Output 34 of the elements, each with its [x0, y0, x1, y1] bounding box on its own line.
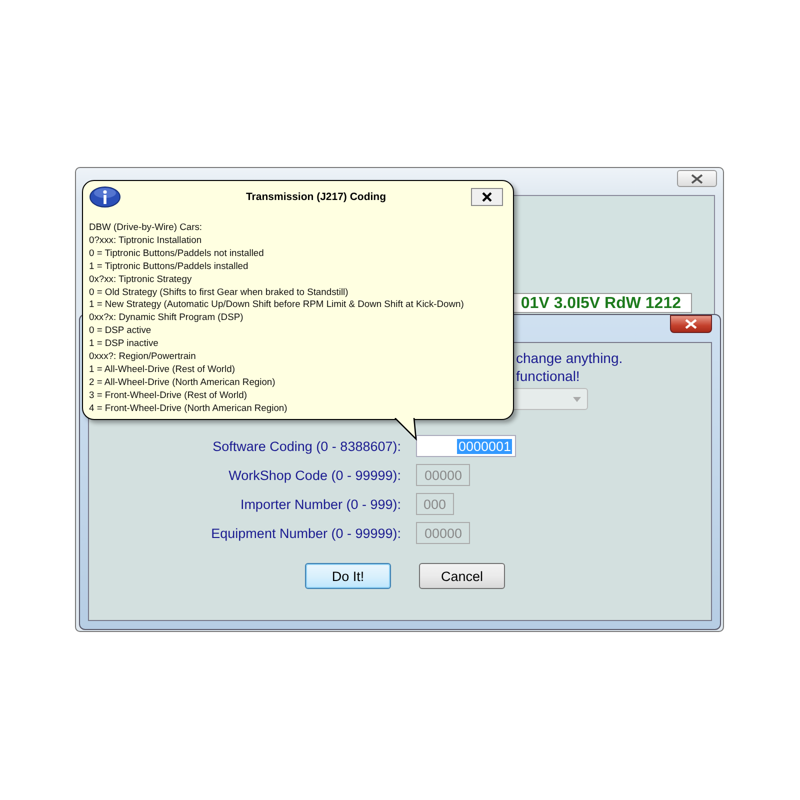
close-button[interactable] [677, 170, 717, 187]
field-label: WorkShop Code (0 - 99999): [228, 468, 401, 482]
coding-help-line: 0 = Old Strategy (Shifts to first Gear when braked to Standstill) [89, 286, 348, 298]
coding-help-line: 4 = Front-Wheel-Drive (North American Region) [89, 402, 288, 415]
close-icon [482, 192, 492, 202]
coding-help-line: 0?xxx: Tiptronic Installation [89, 234, 202, 247]
dialog-button[interactable]: Do It! [305, 563, 391, 589]
coding-help-line: 0xxx?: Region/Powertrain [89, 350, 196, 363]
field-label: Equipment Number (0 - 99999): [211, 526, 401, 540]
balloon-title: Transmission (J217) Coding [244, 191, 388, 203]
coding-help-line: DBW (Drive-by-Wire) Cars: [89, 221, 202, 234]
close-button[interactable] [471, 188, 503, 206]
coding-help-line: 0 = DSP active [89, 324, 152, 338]
coding-help-line: 1 = All-Wheel-Drive (Rest of World) [89, 362, 235, 376]
close-button[interactable] [670, 315, 712, 333]
warning-text: functional! [516, 367, 580, 385]
status-readout: 01V 3.0I5V RdW 1212 [512, 293, 692, 313]
field-label: Importer Number (0 - 999): [240, 496, 401, 512]
coding-help-line: 1 = Tiptronic Buttons/Paddels installed [89, 260, 248, 273]
close-icon [685, 319, 697, 329]
coding-help-line: 0xx?x: Dynamic Shift Program (DSP) [89, 311, 244, 324]
close-icon [691, 174, 703, 184]
coding-help-line: 3 = Front-Wheel-Drive (Rest of World) [89, 388, 247, 402]
dialog-button[interactable]: Cancel [419, 563, 505, 589]
warning-text: change anything. [516, 349, 623, 367]
coding-help-line: 1 = DSP inactive [89, 337, 158, 350]
coding-help-line: 1 = New Strategy (Automatic Up/Down Shift before RPM Limit & Down Shift at Kick-Down) [89, 298, 464, 312]
coding-help-line: 0x?xx: Tiptronic Strategy [89, 272, 192, 286]
caret-icon [573, 396, 581, 402]
coding-help-line: 0 = Tiptronic Buttons/Paddels not installed [89, 246, 264, 260]
field-label: Software Coding (0 - 8388607): [212, 438, 401, 454]
input-field[interactable]: 0000001 [416, 435, 516, 457]
info-icon [89, 186, 121, 208]
coding-help-line: 2 = All-Wheel-Drive (North American Region) [89, 376, 276, 389]
